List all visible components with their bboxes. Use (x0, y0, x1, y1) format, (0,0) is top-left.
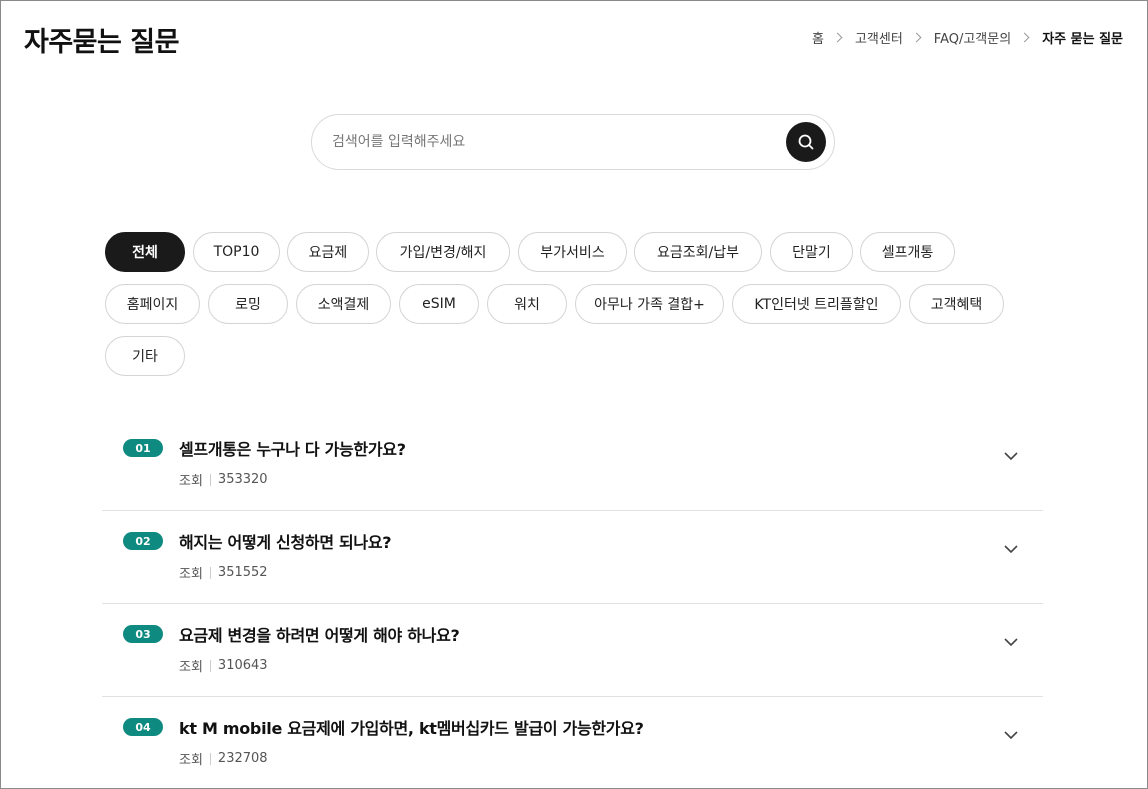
category-all[interactable]: 전체 (105, 232, 185, 272)
meta-divider (209, 752, 211, 765)
category-watch[interactable]: 워치 (487, 284, 567, 324)
chevron-down-icon[interactable] (1003, 637, 1019, 647)
category-join-change-cancel[interactable]: 가입/변경/해지 (376, 232, 510, 272)
chevron-right-icon (832, 32, 843, 43)
faq-number-badge: 01 (123, 439, 163, 457)
faq-item[interactable]: 03 요금제 변경을 하려면 어떻게 해야 하나요? 조회 310643 (102, 604, 1043, 697)
faq-meta: 조회 310643 (179, 656, 268, 675)
views-label: 조회 (179, 660, 203, 675)
faq-question[interactable]: 셀프개통은 누구나 다 가능한가요? (179, 436, 406, 460)
views-label: 조회 (179, 474, 203, 489)
faq-item[interactable]: 04 kt M mobile 요금제에 가입하면, kt멤버십카드 발급이 가능… (102, 697, 1043, 789)
faq-number-badge: 02 (123, 532, 163, 550)
faq-question[interactable]: 해지는 어떻게 신청하면 되나요? (179, 529, 392, 553)
chevron-right-icon (1019, 32, 1030, 43)
breadcrumb-faq-inquiry[interactable]: FAQ/고객문의 (934, 28, 1011, 47)
faq-number-badge: 03 (123, 625, 163, 643)
faq-item[interactable]: 02 해지는 어떻게 신청하면 되나요? 조회 351552 (102, 511, 1043, 604)
views-count: 353320 (217, 472, 268, 487)
category-billing-payment[interactable]: 요금조회/납부 (634, 232, 762, 272)
category-devices[interactable]: 단말기 (770, 232, 853, 272)
breadcrumb-customer-center[interactable]: 고객센터 (855, 28, 903, 47)
chevron-down-icon[interactable] (1003, 544, 1019, 554)
category-plans[interactable]: 요금제 (287, 232, 369, 272)
category-esim[interactable]: eSIM (399, 284, 479, 324)
page-title: 자주묻는 질문 (24, 27, 179, 58)
meta-divider (209, 473, 211, 486)
search-icon (798, 134, 814, 150)
category-customer-benefits[interactable]: 고객혜택 (909, 284, 1004, 324)
faq-question[interactable]: 요금제 변경을 하려면 어떻게 해야 하나요? (179, 622, 460, 646)
category-other[interactable]: 기타 (105, 336, 185, 376)
category-add-on-services[interactable]: 부가서비스 (518, 232, 627, 272)
meta-divider (209, 659, 211, 672)
category-roaming[interactable]: 로밍 (208, 284, 288, 324)
category-top10[interactable]: TOP10 (193, 232, 280, 272)
category-family-bundle[interactable]: 아무나 가족 결합+ (575, 284, 724, 324)
faq-question[interactable]: kt M mobile 요금제에 가입하면, kt멤버십카드 발급이 가능한가요… (179, 715, 644, 739)
breadcrumb-current: 자주 묻는 질문 (1042, 32, 1123, 47)
category-micropayment[interactable]: 소액결제 (296, 284, 391, 324)
views-count: 351552 (217, 565, 268, 580)
breadcrumb: 홈 고객센터 FAQ/고객문의 자주 묻는 질문 (812, 28, 1123, 47)
views-label: 조회 (179, 567, 203, 582)
views-count: 310643 (217, 658, 268, 673)
faq-meta: 조회 232708 (179, 749, 268, 768)
chevron-right-icon (911, 32, 922, 43)
search-input[interactable] (332, 115, 772, 169)
faq-number-badge: 04 (123, 718, 163, 736)
faq-meta: 조회 353320 (179, 470, 268, 489)
category-kt-internet-triple-discount[interactable]: KT인터넷 트리플할인 (732, 284, 901, 324)
search-button[interactable] (786, 122, 826, 162)
views-count: 232708 (217, 751, 268, 766)
category-self-activation[interactable]: 셀프개통 (860, 232, 955, 272)
search-box (311, 114, 835, 170)
views-label: 조회 (179, 753, 203, 768)
chevron-down-icon[interactable] (1003, 451, 1019, 461)
breadcrumb-home[interactable]: 홈 (812, 28, 824, 47)
meta-divider (209, 566, 211, 579)
category-homepage[interactable]: 홈페이지 (105, 284, 200, 324)
faq-meta: 조회 351552 (179, 563, 268, 582)
faq-item[interactable]: 01 셀프개통은 누구나 다 가능한가요? 조회 353320 (102, 418, 1043, 511)
chevron-down-icon[interactable] (1003, 730, 1019, 740)
